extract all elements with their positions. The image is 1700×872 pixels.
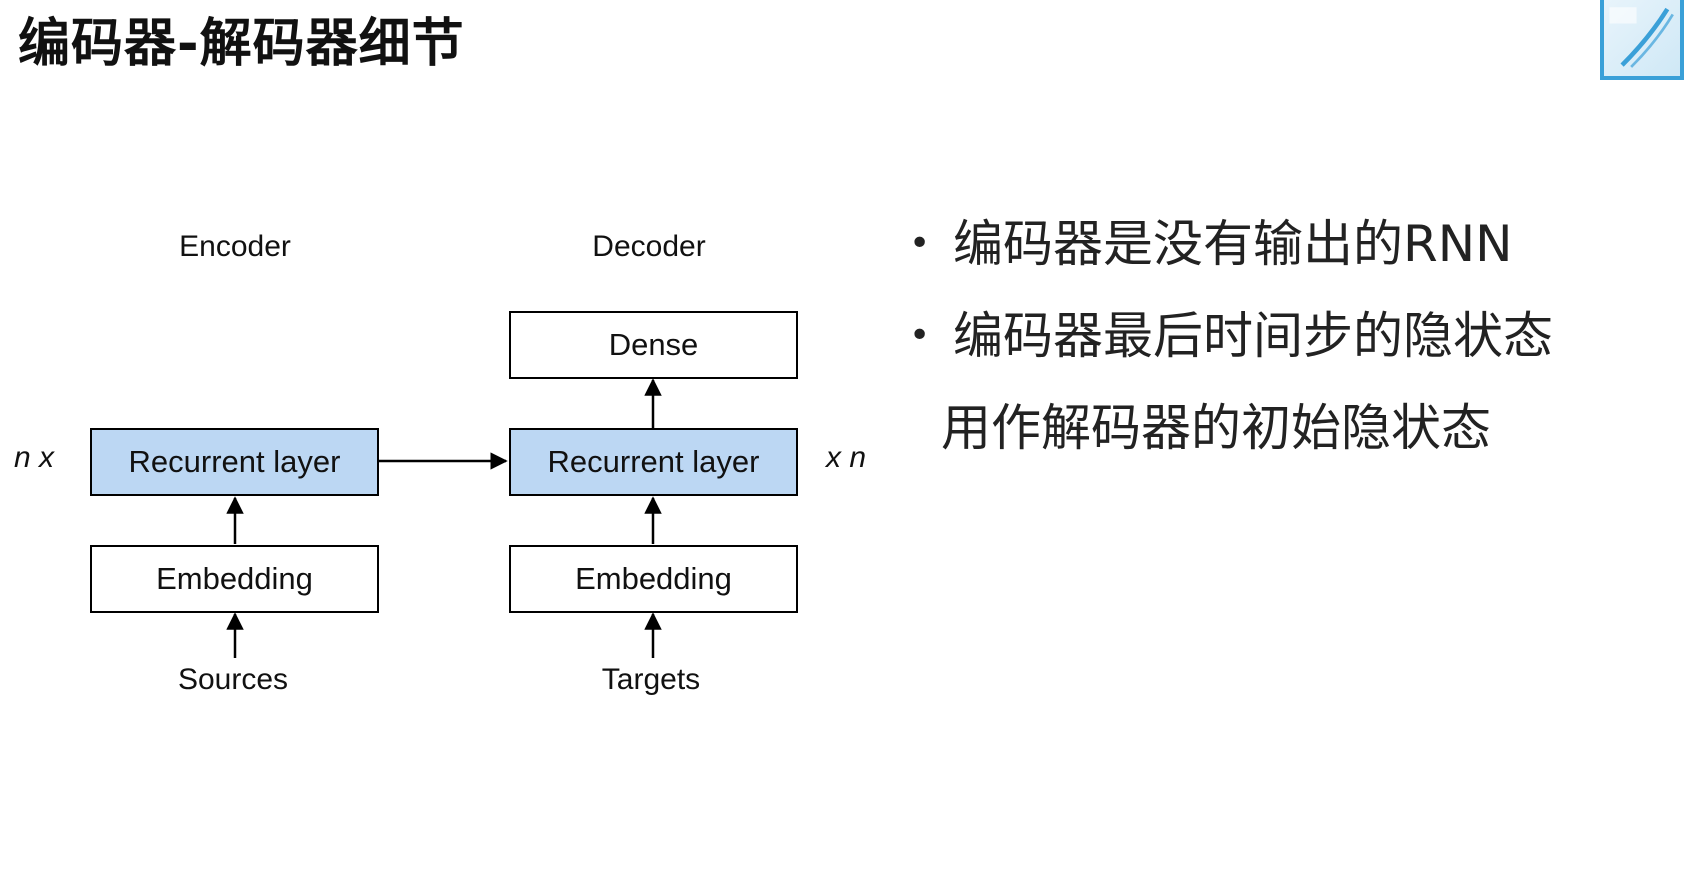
encoder-embedding-label: Embedding (156, 561, 313, 596)
decoder-embedding-box: Embedding (509, 545, 798, 613)
bullet-list: • 编码器是没有输出的RNN • 编码器最后时间步的隐状态 用作解码器的初始隐状… (905, 198, 1675, 474)
bullet-text-line2: 用作解码器的初始隐状态 (941, 399, 1491, 457)
bilibili-style-logo-icon (1609, 7, 1674, 68)
bullet-item: • 编码器是没有输出的RNN (905, 198, 1675, 290)
decoder-embedding-label: Embedding (575, 561, 732, 596)
encoder-repeat-label: n x (14, 441, 55, 474)
decoder-dense-box: Dense (509, 311, 798, 379)
bullet-item: • 编码器最后时间步的隐状态 用作解码器的初始隐状态 (905, 290, 1675, 474)
decoder-repeat-label: x n (826, 441, 867, 474)
encoder-label: Encoder (179, 230, 291, 263)
encoder-recurrent-label: Recurrent layer (128, 444, 341, 479)
bullet-text-line1: 编码器最后时间步的隐状态 (953, 307, 1553, 365)
encoder-recurrent-box: Recurrent layer (90, 428, 379, 496)
encoder-embedding-box: Embedding (90, 545, 379, 613)
logo-icon (1600, 0, 1684, 80)
decoder-dense-label: Dense (608, 327, 699, 362)
targets-label: Targets (601, 663, 701, 696)
bullet-text: 编码器是没有输出的RNN (953, 215, 1513, 273)
decoder-label: Decoder (592, 230, 706, 263)
bullet-dot-icon: • (909, 223, 931, 264)
decoder-recurrent-box: Recurrent layer (509, 428, 798, 496)
decoder-recurrent-label: Recurrent layer (547, 444, 760, 479)
bullet-dot-icon: • (909, 315, 931, 356)
encoder-decoder-diagram: Encoder Decoder n x x n Dense Recurrent … (0, 0, 900, 872)
sources-label: Sources (177, 663, 289, 696)
